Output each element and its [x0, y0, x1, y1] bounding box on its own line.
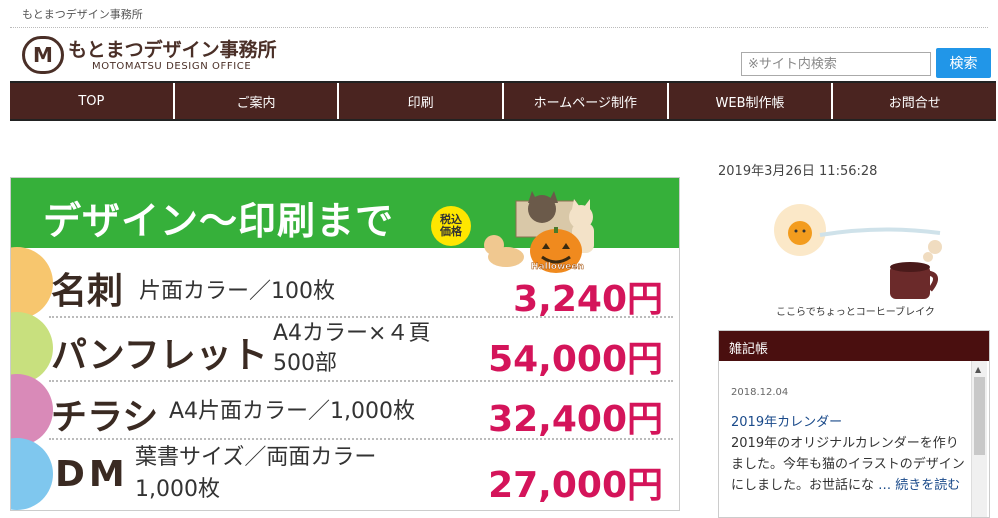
price-row: パンフレット A4カラー×４頁 500部 54,000円 [11, 312, 679, 384]
row-name: パンフレット [51, 335, 268, 376]
tax-line2: 価格 [440, 225, 462, 238]
main-nav: TOP ご案内 印刷 ホームページ制作 WEB制作帳 お問合せ [10, 81, 996, 121]
diary-title: 雑記帳 [719, 331, 989, 361]
read-more-link[interactable]: … 続きを読む [878, 478, 960, 493]
row-desc-line2: 500部 [273, 351, 337, 376]
site-logo[interactable]: M もとまつデザイン事務所 MOTOMATSU DESIGN OFFICE [22, 36, 277, 74]
coffee-break-illustration[interactable] [760, 195, 960, 317]
row-desc: 葉書サイズ／両面カラー [135, 445, 377, 470]
search-input[interactable] [741, 52, 931, 76]
row-circle [11, 247, 53, 319]
logo-title: もとまつデザイン事務所 [68, 38, 277, 61]
nav-item-web-notes[interactable]: WEB制作帳 [669, 83, 834, 119]
diary-scrollbar[interactable]: ▲ [971, 361, 987, 517]
banner-title: デザイン〜印刷まで [43, 199, 395, 243]
row-name: DM [55, 454, 129, 495]
logo-subtitle: MOTOMATSU DESIGN OFFICE [92, 60, 252, 72]
row-name: チラシ [51, 397, 159, 438]
nav-item-guide[interactable]: ご案内 [175, 83, 340, 119]
current-datetime: 2019年3月26日 11:56:28 [718, 164, 878, 179]
price-row: DM 葉書サイズ／両面カラー 1,000枚 27,000円 [11, 438, 679, 510]
tax-badge: 税込 価格 [431, 206, 471, 246]
row-circle [11, 438, 53, 510]
row-desc-line2: 1,000枚 [135, 477, 220, 502]
nav-item-top[interactable]: TOP [10, 83, 175, 119]
diary-entry-date: 2018.12.04 [731, 387, 789, 398]
price-row: 名刺 片面カラー／100枚 3,240円 [11, 247, 679, 320]
diary-entry-link[interactable]: 2019年カレンダー [731, 411, 842, 430]
row-price: 54,000円 [488, 339, 663, 380]
nav-item-contact[interactable]: お問合せ [833, 83, 996, 119]
row-desc: A4片面カラー／1,000枚 [169, 399, 416, 424]
diary-entry-body: 2019年のオリジナルカレンダーを作りました。今年も猫のイラストのデザインにしま… [731, 433, 969, 496]
search-button[interactable]: 検索 [936, 48, 991, 78]
row-name: 名刺 [51, 271, 124, 312]
row-price: 32,400円 [488, 399, 663, 440]
logo-mark-icon: M [22, 36, 64, 74]
price-banner[interactable]: デザイン〜印刷まで 税込 価格 Halloween 名刺 片面カラー／100枚 … [10, 177, 680, 511]
header-divider [10, 27, 988, 28]
row-price: 27,000円 [488, 465, 663, 506]
nav-item-print[interactable]: 印刷 [339, 83, 505, 119]
price-row: チラシ A4片面カラー／1,000枚 32,400円 [11, 374, 679, 446]
nav-item-homepage[interactable]: ホームページ制作 [504, 83, 669, 119]
scroll-thumb[interactable] [974, 377, 985, 455]
coffee-caption: ここらでちょっとコーヒーブレイク [776, 307, 935, 318]
diary-widget: 雑記帳 2018.12.04 2019年カレンダー 2019年のオリジナルカレン… [718, 330, 990, 518]
row-desc: A4カラー×４頁 [273, 321, 431, 346]
row-desc: 片面カラー／100枚 [139, 279, 335, 304]
row-circle [11, 374, 53, 446]
scroll-up-arrow-icon[interactable]: ▲ [975, 365, 981, 374]
site-tagline: もとまつデザイン事務所 [22, 8, 143, 21]
row-price: 3,240円 [513, 279, 663, 320]
